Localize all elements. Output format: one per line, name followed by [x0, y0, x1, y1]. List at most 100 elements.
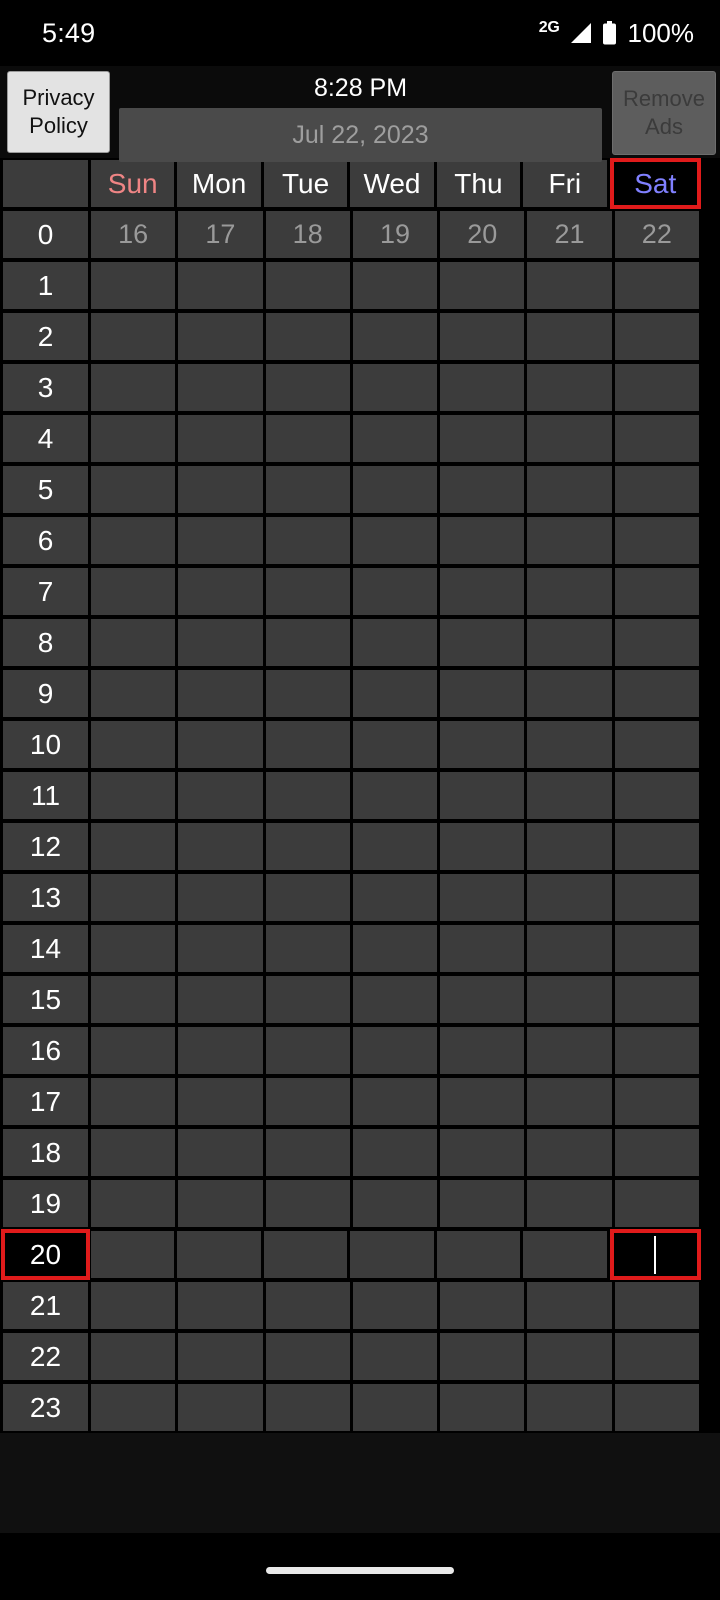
hour-label-12[interactable]: 12: [3, 823, 88, 870]
slot-cell-fri-17[interactable]: [527, 1078, 612, 1125]
slot-cell-tue-6[interactable]: [265, 517, 350, 564]
slot-cell-mon-7[interactable]: [178, 568, 263, 615]
slot-cell-sat-6[interactable]: [614, 517, 699, 564]
slot-cell-sat-23[interactable]: [614, 1384, 699, 1431]
day-header-fri[interactable]: Fri: [523, 160, 607, 207]
slot-cell-sun-3[interactable]: [91, 364, 176, 411]
slot-cell-fri-5[interactable]: [527, 466, 612, 513]
date-number-wed[interactable]: 19: [352, 211, 438, 258]
slot-cell-wed-11[interactable]: [352, 772, 438, 819]
hour-label-4[interactable]: 4: [3, 415, 88, 462]
slot-cell-thu-19[interactable]: [440, 1180, 525, 1227]
slot-cell-sat-7[interactable]: [614, 568, 699, 615]
hour-label-16[interactable]: 16: [3, 1027, 88, 1074]
slot-cell-sun-13[interactable]: [91, 874, 176, 921]
slot-cell-sun-20[interactable]: [91, 1231, 175, 1278]
slot-cell-sat-1[interactable]: [614, 262, 699, 309]
slot-cell-sun-8[interactable]: [91, 619, 176, 666]
slot-cell-sun-12[interactable]: [91, 823, 176, 870]
slot-cell-mon-20[interactable]: [177, 1231, 261, 1278]
hour-label-9[interactable]: 9: [3, 670, 88, 717]
slot-cell-sun-5[interactable]: [91, 466, 176, 513]
slot-cell-fri-2[interactable]: [527, 313, 612, 360]
slot-cell-tue-4[interactable]: [265, 415, 350, 462]
slot-cell-thu-13[interactable]: [440, 874, 525, 921]
slot-cell-thu-18[interactable]: [440, 1129, 525, 1176]
day-header-thu[interactable]: Thu: [436, 160, 521, 207]
slot-cell-mon-21[interactable]: [178, 1282, 263, 1329]
slot-cell-sun-22[interactable]: [91, 1333, 176, 1380]
slot-cell-tue-19[interactable]: [265, 1180, 350, 1227]
day-header-sat[interactable]: Sat: [609, 158, 701, 209]
slot-cell-sun-6[interactable]: [91, 517, 176, 564]
remove-ads-button[interactable]: Remove Ads: [612, 71, 716, 155]
slot-cell-wed-13[interactable]: [352, 874, 438, 921]
slot-cell-fri-23[interactable]: [527, 1384, 612, 1431]
slot-cell-fri-8[interactable]: [527, 619, 612, 666]
slot-cell-sat-9[interactable]: [614, 670, 699, 717]
slot-cell-sat-10[interactable]: [614, 721, 699, 768]
slot-cell-sat-3[interactable]: [614, 364, 699, 411]
slot-cell-mon-15[interactable]: [178, 976, 263, 1023]
slot-cell-wed-3[interactable]: [352, 364, 438, 411]
slot-cell-fri-3[interactable]: [527, 364, 612, 411]
hour-label-15[interactable]: 15: [3, 976, 88, 1023]
slot-cell-tue-16[interactable]: [265, 1027, 350, 1074]
hour-label-0[interactable]: 0: [3, 211, 88, 258]
day-header-tue[interactable]: Tue: [263, 160, 348, 207]
slot-cell-tue-8[interactable]: [265, 619, 350, 666]
hour-label-17[interactable]: 17: [3, 1078, 88, 1125]
date-number-sun[interactable]: 16: [91, 211, 176, 258]
slot-cell-mon-9[interactable]: [178, 670, 263, 717]
slot-cell-fri-9[interactable]: [527, 670, 612, 717]
slot-cell-mon-17[interactable]: [178, 1078, 263, 1125]
slot-cell-sun-19[interactable]: [91, 1180, 176, 1227]
slot-cell-tue-14[interactable]: [265, 925, 350, 972]
slot-cell-tue-22[interactable]: [265, 1333, 350, 1380]
slot-cell-fri-7[interactable]: [527, 568, 612, 615]
slot-cell-sun-18[interactable]: [91, 1129, 176, 1176]
slot-cell-tue-3[interactable]: [265, 364, 350, 411]
slot-cell-fri-15[interactable]: [527, 976, 612, 1023]
slot-cell-wed-19[interactable]: [352, 1180, 438, 1227]
hour-label-8[interactable]: 8: [3, 619, 88, 666]
slot-cell-tue-5[interactable]: [265, 466, 350, 513]
date-number-fri[interactable]: 21: [527, 211, 612, 258]
hour-label-18[interactable]: 18: [3, 1129, 88, 1176]
slot-cell-mon-23[interactable]: [178, 1384, 263, 1431]
date-number-sat[interactable]: 22: [614, 211, 699, 258]
slot-cell-mon-14[interactable]: [178, 925, 263, 972]
hour-label-22[interactable]: 22: [3, 1333, 88, 1380]
slot-cell-sat-19[interactable]: [614, 1180, 699, 1227]
slot-cell-fri-22[interactable]: [527, 1333, 612, 1380]
slot-cell-sat-8[interactable]: [614, 619, 699, 666]
slot-cell-wed-7[interactable]: [352, 568, 438, 615]
hour-label-6[interactable]: 6: [3, 517, 88, 564]
hour-label-20[interactable]: 20: [1, 1229, 90, 1280]
slot-cell-mon-10[interactable]: [178, 721, 263, 768]
slot-cell-fri-12[interactable]: [527, 823, 612, 870]
slot-cell-mon-22[interactable]: [178, 1333, 263, 1380]
slot-cell-sun-1[interactable]: [91, 262, 176, 309]
slot-cell-fri-19[interactable]: [527, 1180, 612, 1227]
hour-label-23[interactable]: 23: [3, 1384, 88, 1431]
slot-cell-mon-16[interactable]: [178, 1027, 263, 1074]
slot-cell-mon-3[interactable]: [178, 364, 263, 411]
slot-cell-thu-5[interactable]: [440, 466, 525, 513]
slot-cell-sun-4[interactable]: [91, 415, 176, 462]
slot-cell-wed-17[interactable]: [352, 1078, 438, 1125]
day-header-sun[interactable]: Sun: [91, 160, 175, 207]
slot-cell-mon-19[interactable]: [178, 1180, 263, 1227]
slot-cell-sun-11[interactable]: [91, 772, 176, 819]
slot-cell-wed-6[interactable]: [352, 517, 438, 564]
slot-cell-thu-6[interactable]: [440, 517, 525, 564]
slot-cell-mon-13[interactable]: [178, 874, 263, 921]
hour-label-13[interactable]: 13: [3, 874, 88, 921]
slot-cell-wed-12[interactable]: [352, 823, 438, 870]
date-field[interactable]: Jul 22, 2023: [119, 108, 602, 162]
day-header-mon[interactable]: Mon: [177, 160, 261, 207]
slot-cell-sun-9[interactable]: [91, 670, 176, 717]
slot-cell-sat-12[interactable]: [614, 823, 699, 870]
hour-label-3[interactable]: 3: [3, 364, 88, 411]
slot-cell-wed-23[interactable]: [352, 1384, 438, 1431]
